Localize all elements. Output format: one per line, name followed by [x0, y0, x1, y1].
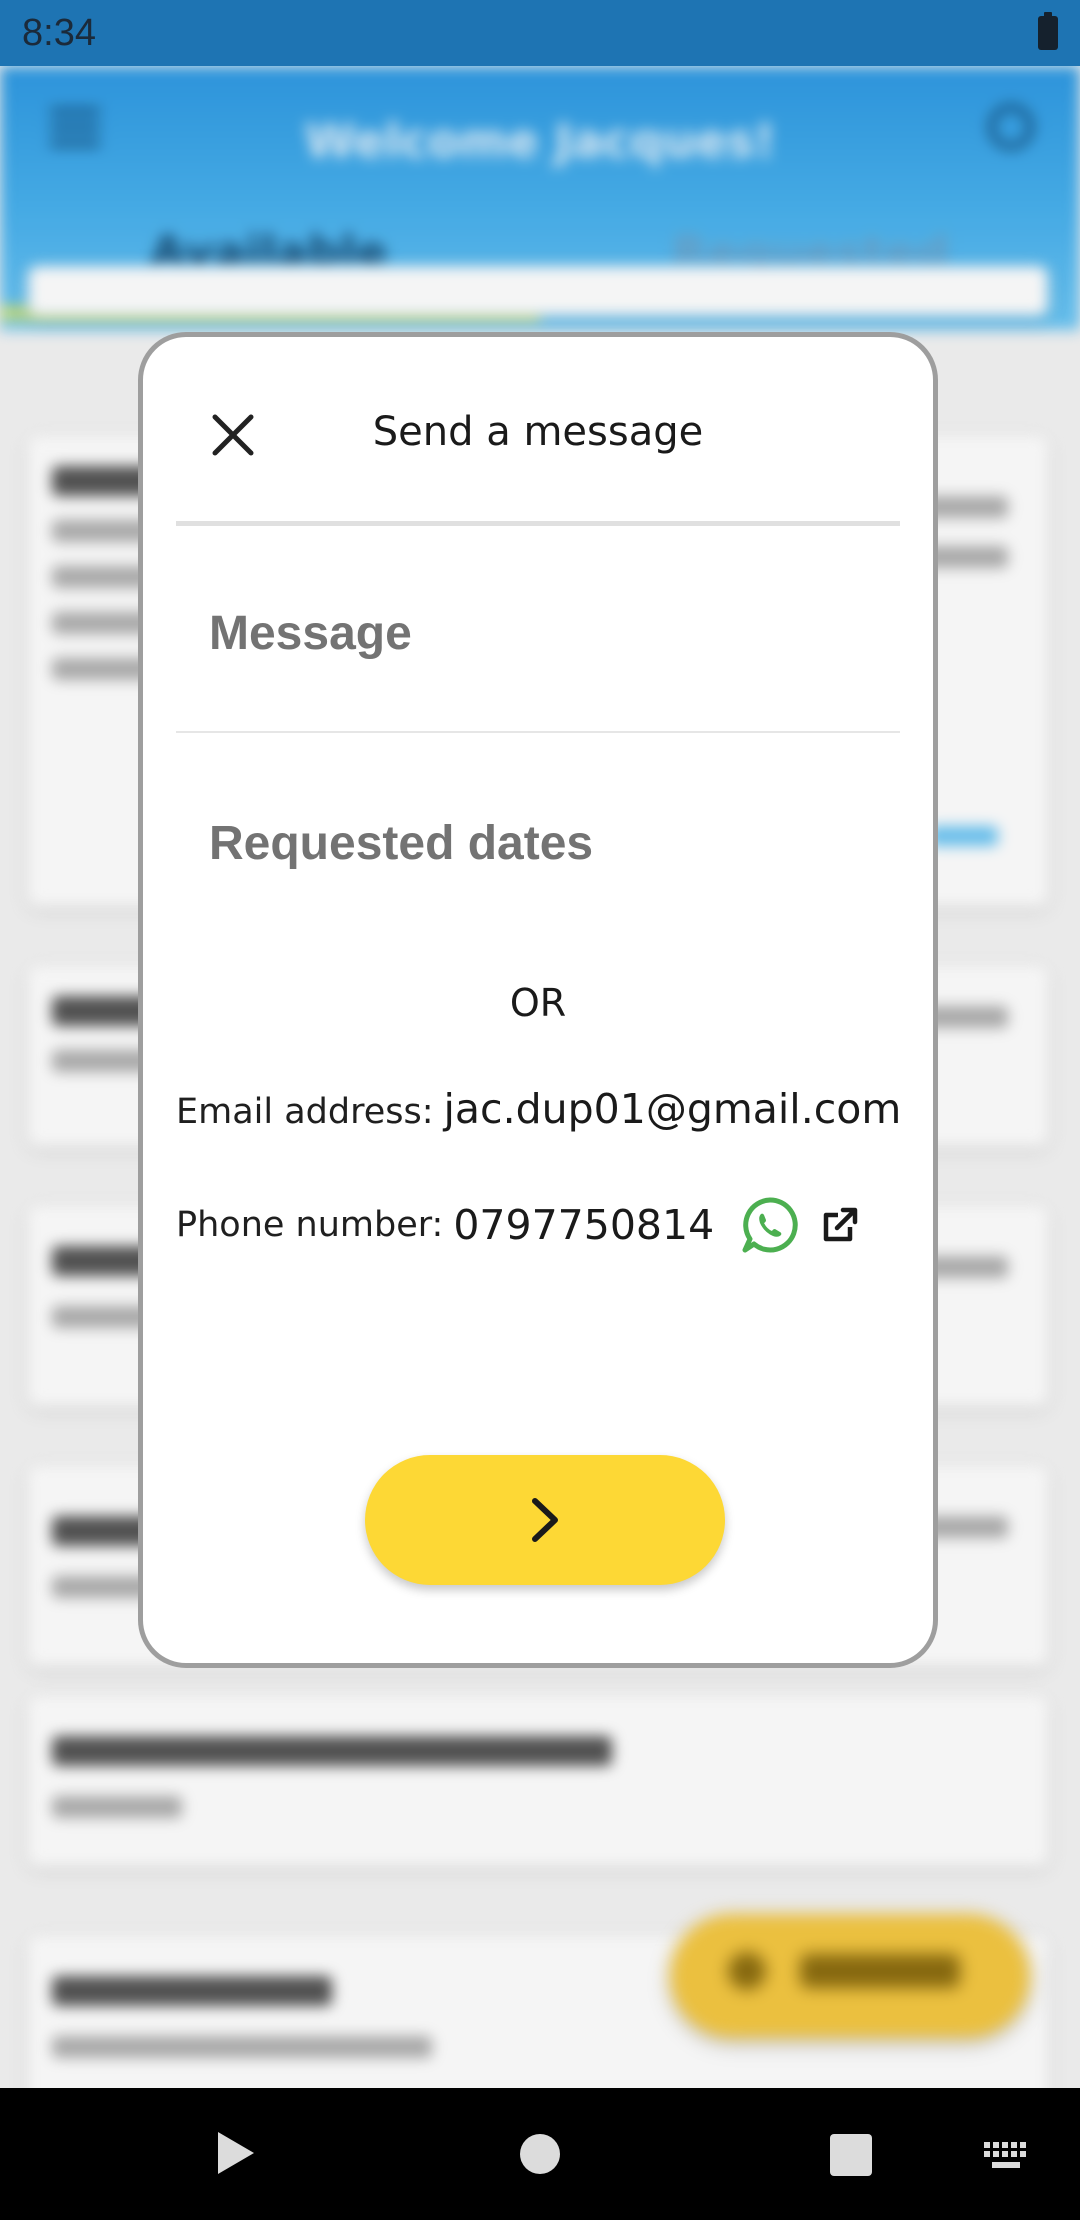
requested-dates-input[interactable]: [176, 803, 933, 883]
recents-icon[interactable]: [830, 2134, 872, 2176]
battery-icon: [1038, 12, 1058, 50]
message-input[interactable]: [176, 593, 933, 673]
keyboard-icon[interactable]: [984, 2142, 1028, 2170]
phone-row: Phone number: 0797750814: [176, 1195, 860, 1255]
email-value[interactable]: jac.dup01@gmail.com: [444, 1085, 902, 1133]
back-icon[interactable]: [214, 2128, 258, 2178]
phone-label: Phone number:: [176, 1205, 444, 1245]
email-label: Email address:: [176, 1092, 434, 1132]
phone-value[interactable]: 0797750814: [453, 1201, 714, 1249]
whatsapp-icon[interactable]: [740, 1195, 800, 1255]
or-separator: OR: [509, 981, 567, 1025]
email-row: Email address: jac.dup01@gmail.com: [176, 1085, 901, 1133]
dialog-title: Send a message: [372, 409, 704, 455]
chevron-right-icon: [532, 1498, 558, 1542]
next-button[interactable]: [365, 1455, 725, 1585]
navigation-bar: [0, 2088, 1080, 2220]
send-message-dialog: Send a message OR Email address: jac.dup…: [138, 332, 938, 1668]
home-icon[interactable]: [520, 2134, 560, 2174]
message-divider: [176, 731, 900, 733]
status-time: 8:34: [22, 12, 96, 54]
title-divider: [176, 521, 900, 526]
status-bar: 8:34: [0, 0, 1080, 66]
external-link-icon[interactable]: [820, 1205, 860, 1245]
